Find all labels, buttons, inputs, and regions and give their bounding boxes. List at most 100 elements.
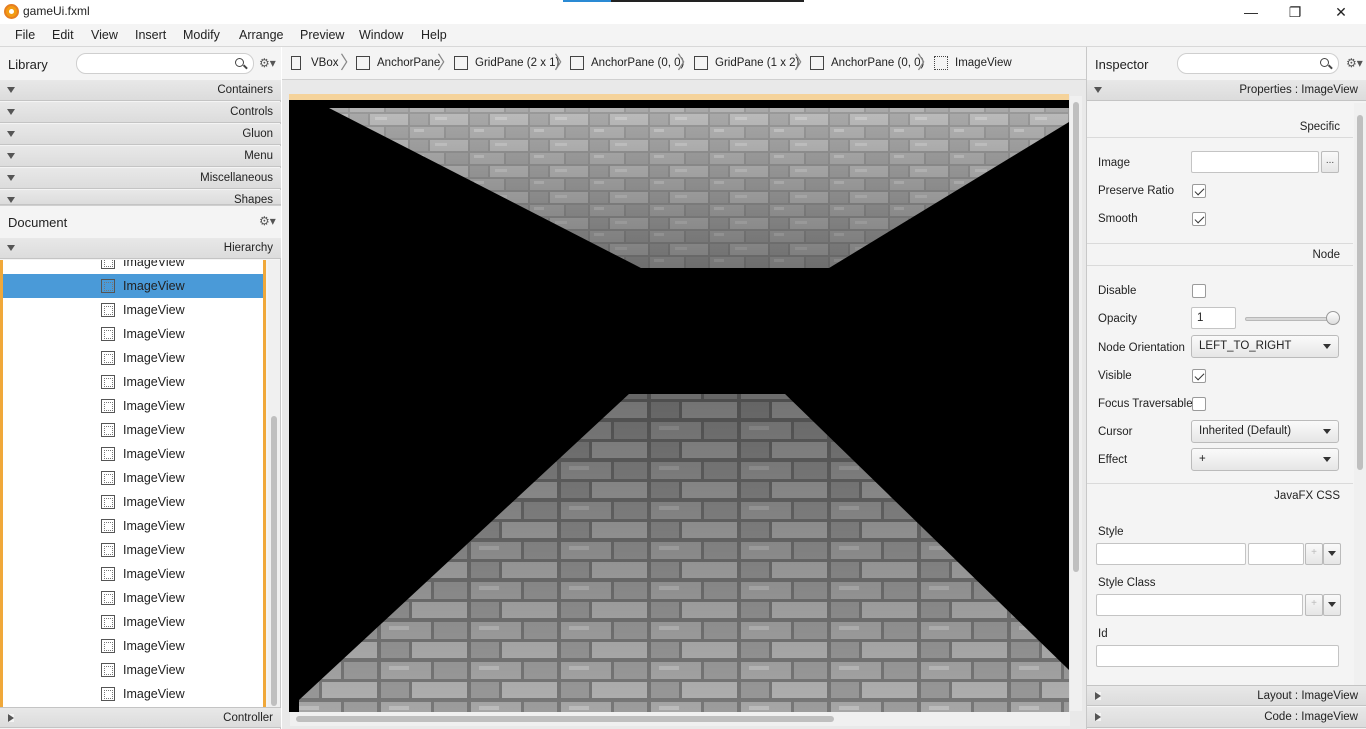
hierarchy-row[interactable]: ImageView	[3, 610, 263, 634]
properties-section-header[interactable]: Properties : ImageView	[1087, 80, 1366, 101]
imageview-icon	[101, 543, 115, 557]
style-class-menu-button[interactable]	[1323, 594, 1341, 616]
crumb-vbox[interactable]: VBox	[311, 57, 339, 69]
hierarchy-row[interactable]: ImageView	[3, 634, 263, 658]
style-class-add-button[interactable]: +	[1305, 594, 1323, 616]
cursor-select[interactable]: Inherited (Default)	[1191, 420, 1339, 443]
document-gear-icon[interactable]: ⚙▾	[259, 214, 276, 228]
style-field[interactable]	[1096, 543, 1246, 565]
menu-window[interactable]: Window	[359, 28, 403, 42]
id-field[interactable]	[1096, 645, 1339, 667]
crumb-anchorpane-0-0-b[interactable]: AnchorPane (0, 0)	[831, 57, 924, 69]
focus-traversable-checkbox[interactable]	[1192, 397, 1206, 411]
scroll-thumb[interactable]	[296, 716, 834, 722]
library-section-containers[interactable]: Containers	[0, 80, 281, 101]
close-button[interactable]: ✕	[1326, 2, 1356, 22]
image-browse-button[interactable]: ...	[1321, 151, 1339, 173]
library-section-miscellaneous[interactable]: Miscellaneous	[0, 168, 281, 189]
imageview-icon	[101, 375, 115, 389]
style-add-button[interactable]: +	[1305, 543, 1323, 565]
menu-help[interactable]: Help	[421, 28, 447, 42]
hierarchy-row[interactable]: ImageView	[3, 514, 263, 538]
visible-checkbox[interactable]	[1192, 369, 1206, 383]
hierarchy-row[interactable]: ImageView	[3, 394, 263, 418]
scene-preview[interactable]	[289, 94, 1069, 712]
library-section-gluon[interactable]: Gluon	[0, 124, 281, 145]
hierarchy-row[interactable]: ImageView	[3, 260, 263, 274]
effect-select[interactable]: +	[1191, 448, 1339, 471]
menu-insert[interactable]: Insert	[135, 28, 166, 42]
imageview-icon	[101, 351, 115, 365]
opacity-field[interactable]: 1	[1191, 307, 1236, 329]
maximize-button[interactable]: ❐	[1280, 2, 1310, 22]
scroll-thumb[interactable]	[271, 416, 277, 706]
code-section-header[interactable]: Code : ImageView	[1087, 707, 1366, 728]
hierarchy-row-label: ImageView	[123, 279, 185, 293]
hierarchy-row[interactable]: ImageView	[3, 466, 263, 490]
menu-preview[interactable]: Preview	[300, 28, 344, 42]
chevron-down-icon	[1328, 551, 1336, 556]
style-value-field[interactable]	[1248, 543, 1304, 565]
imageview-icon	[934, 56, 948, 70]
library-gear-icon[interactable]: ⚙▾	[259, 56, 276, 70]
crumb-gridpane-2x1[interactable]: GridPane (2 x 1)	[475, 57, 559, 69]
minimize-button[interactable]: —	[1236, 2, 1266, 22]
hierarchy-row[interactable]: ImageView	[3, 442, 263, 466]
library-section-controls[interactable]: Controls	[0, 102, 281, 123]
crumb-imageview[interactable]: ImageView	[955, 57, 1012, 69]
menu-modify[interactable]: Modify	[183, 28, 220, 42]
hierarchy-section[interactable]: Hierarchy	[0, 238, 281, 259]
hierarchy-row[interactable]: ImageView	[3, 658, 263, 682]
collapse-arrow-icon	[7, 109, 15, 115]
imageview-icon	[101, 687, 115, 701]
preserve-ratio-checkbox[interactable]	[1192, 184, 1206, 198]
inspector-gear-icon[interactable]: ⚙▾	[1346, 56, 1363, 70]
window-title: gameUi.fxml	[23, 4, 90, 18]
smooth-checkbox[interactable]	[1192, 212, 1206, 226]
hierarchy-row[interactable]: ImageView	[3, 562, 263, 586]
hierarchy-row[interactable]: ImageView	[3, 418, 263, 442]
hierarchy-row[interactable]: ImageView	[3, 490, 263, 514]
hierarchy-row[interactable]: ImageView	[3, 298, 263, 322]
hierarchy-row[interactable]: ImageView	[3, 538, 263, 562]
hierarchy-row[interactable]: ImageView	[3, 322, 263, 346]
hierarchy-row[interactable]: ImageView	[3, 370, 263, 394]
inspector-scrollbar[interactable]	[1354, 103, 1366, 685]
disable-label: Disable	[1098, 285, 1137, 297]
hierarchy-row-label: ImageView	[123, 543, 185, 557]
expand-arrow-icon	[8, 714, 14, 722]
imageview-icon	[101, 327, 115, 341]
crumb-anchorpane-0-0[interactable]: AnchorPane (0, 0)	[591, 57, 684, 69]
library-search-input[interactable]	[76, 53, 254, 74]
opacity-slider-knob[interactable]	[1326, 311, 1340, 325]
canvas-horizontal-scrollbar[interactable]	[290, 712, 1070, 726]
disable-checkbox[interactable]	[1192, 284, 1206, 298]
style-menu-button[interactable]	[1323, 543, 1341, 565]
crumb-gridpane-1x2[interactable]: GridPane (1 x 2)	[715, 57, 799, 69]
crumb-anchorpane[interactable]: AnchorPane	[377, 57, 440, 69]
hierarchy-row[interactable]: ImageView	[3, 586, 263, 610]
scroll-thumb[interactable]	[1357, 115, 1363, 470]
library-section-menu[interactable]: Menu	[0, 146, 281, 167]
imageview-icon	[101, 615, 115, 629]
menu-view[interactable]: View	[91, 28, 118, 42]
hierarchy-row[interactable]: ImageView	[3, 346, 263, 370]
opacity-slider-track[interactable]	[1245, 317, 1335, 321]
inspector-search-input[interactable]	[1177, 53, 1339, 74]
canvas-vertical-scrollbar[interactable]	[1070, 96, 1082, 711]
library-section-shapes[interactable]: Shapes	[0, 190, 281, 205]
hierarchy-scrollbar[interactable]	[268, 260, 280, 710]
layout-section-header[interactable]: Layout : ImageView	[1087, 685, 1366, 706]
image-field[interactable]	[1191, 151, 1319, 173]
search-icon	[1320, 58, 1329, 67]
menu-arrange[interactable]: Arrange	[239, 28, 283, 42]
scroll-thumb[interactable]	[1073, 102, 1079, 572]
hierarchy-row[interactable]: ImageView	[3, 274, 263, 298]
node-orientation-select[interactable]: LEFT_TO_RIGHT	[1191, 335, 1339, 358]
controller-section[interactable]: Controller	[0, 707, 281, 728]
hierarchy-row[interactable]: ImageView	[3, 682, 263, 706]
menu-file[interactable]: File	[15, 28, 35, 42]
menu-edit[interactable]: Edit	[52, 28, 74, 42]
smooth-label: Smooth	[1098, 213, 1138, 225]
style-class-field[interactable]	[1096, 594, 1303, 616]
